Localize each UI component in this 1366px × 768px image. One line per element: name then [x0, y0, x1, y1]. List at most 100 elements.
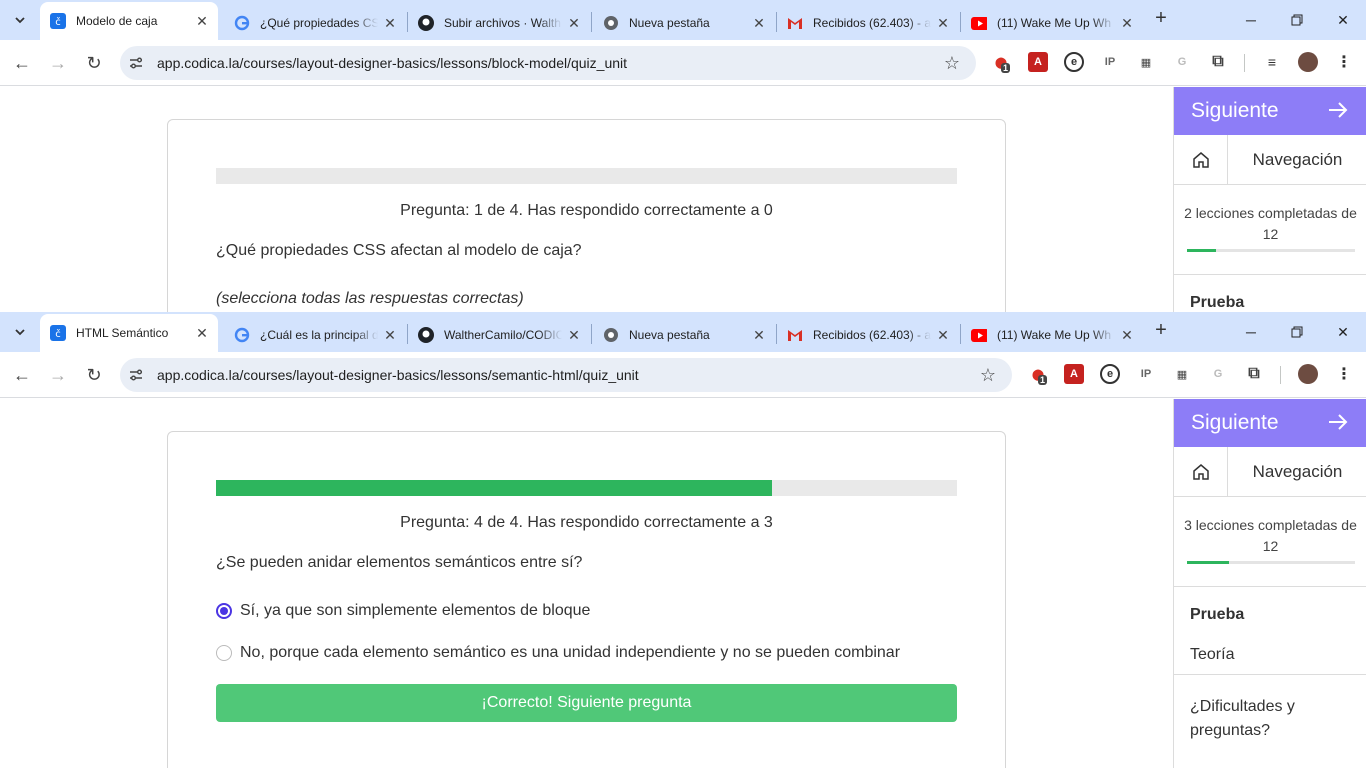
minimize-button[interactable]: ─ — [1228, 312, 1274, 352]
tab-youtube[interactable]: (11) Wake Me Up Wh ✕ — [961, 6, 1143, 40]
lessons-progress-bar — [1187, 249, 1355, 252]
restore-button[interactable] — [1274, 0, 1320, 40]
question-text: ¿Qué propiedades CSS afectan al modelo d… — [216, 242, 582, 259]
e-extension-icon[interactable]: e — [1064, 52, 1084, 72]
sidebar-nav-row: Navegación — [1174, 135, 1366, 185]
sidebar-item-prueba[interactable]: Prueba — [1190, 294, 1244, 312]
sidebar-divider — [1174, 274, 1366, 275]
home-button[interactable] — [1174, 447, 1228, 497]
ip-extension-icon[interactable]: IP — [1136, 364, 1156, 384]
tab-search-button[interactable] — [8, 8, 32, 32]
close-icon[interactable]: ✕ — [382, 327, 398, 343]
github-icon — [418, 15, 434, 31]
close-icon[interactable]: ✕ — [1119, 15, 1135, 31]
site-settings-icon[interactable] — [128, 367, 144, 383]
home-button[interactable] — [1174, 135, 1228, 185]
tab-new-tab[interactable]: Nueva pestaña ✕ — [593, 318, 775, 352]
close-icon[interactable]: ✕ — [751, 15, 767, 31]
reload-button[interactable]: ↻ — [82, 363, 106, 387]
adblock-extension-icon[interactable]: ⬤ 1 — [1028, 364, 1048, 385]
close-icon[interactable]: ✕ — [566, 327, 582, 343]
menu-kebab-icon[interactable]: ⋮ — [1334, 52, 1354, 72]
qr-extension-icon[interactable]: ▦ — [1172, 364, 1192, 384]
tab-title: Nueva pestaña — [629, 328, 710, 342]
radio-unselected[interactable] — [216, 645, 232, 661]
close-icon[interactable]: ✕ — [935, 15, 951, 31]
tab-modelo-de-caja[interactable]: č Modelo de caja ✕ — [40, 2, 218, 40]
answer-option-1[interactable]: Sí, ya que son simplemente elementos de … — [216, 602, 590, 620]
sidebar-item-help[interactable]: ¿Dificultades y preguntas? — [1190, 695, 1350, 743]
tab-youtube[interactable]: (11) Wake Me Up Wh ✕ — [961, 318, 1143, 352]
back-button[interactable]: ← — [10, 51, 34, 75]
back-button[interactable]: ← — [10, 363, 34, 387]
question-hint: (selecciona todas las respuestas correct… — [216, 290, 524, 307]
next-lesson-button[interactable]: Siguiente — [1174, 399, 1366, 447]
site-settings-icon[interactable] — [128, 55, 144, 71]
e-extension-icon[interactable]: e — [1100, 364, 1120, 384]
minimize-button[interactable]: ─ — [1228, 0, 1274, 40]
close-icon[interactable]: ✕ — [194, 13, 210, 29]
reload-button[interactable]: ↻ — [82, 51, 106, 75]
g-extension-icon[interactable]: G — [1208, 364, 1228, 384]
address-bar[interactable]: app.codica.la/courses/layout-designer-ba… — [120, 358, 1012, 392]
close-icon[interactable]: ✕ — [751, 327, 767, 343]
quiz-progress-bar — [216, 480, 957, 496]
tab-gmail[interactable]: Recibidos (62.403) - a ✕ — [777, 6, 959, 40]
address-bar[interactable]: app.codica.la/courses/layout-designer-ba… — [120, 46, 976, 80]
quiz-card: Pregunta: 1 de 4. Has respondido correct… — [167, 119, 1006, 312]
pdf-extension-icon[interactable]: A — [1064, 364, 1084, 384]
tab-new-tab[interactable]: Nueva pestaña ✕ — [593, 6, 775, 40]
radio-selected[interactable] — [216, 603, 232, 619]
tab-gmail[interactable]: Recibidos (62.403) - a ✕ — [777, 318, 959, 352]
next-label: Siguiente — [1191, 411, 1279, 434]
url-text: app.codica.la/courses/layout-designer-ba… — [157, 367, 639, 383]
sidebar-item-prueba[interactable]: Prueba — [1190, 606, 1244, 624]
close-icon[interactable]: ✕ — [935, 327, 951, 343]
restore-button[interactable] — [1274, 312, 1320, 352]
adblock-extension-icon[interactable]: ⬤ 1 — [991, 52, 1011, 73]
sidebar-item-teoria[interactable]: Teoría — [1190, 646, 1234, 664]
close-icon[interactable]: ✕ — [382, 15, 398, 31]
svg-text:č: č — [55, 16, 61, 28]
navigation-button[interactable]: Navegación — [1228, 447, 1366, 497]
new-tab-button[interactable]: + — [1150, 8, 1172, 30]
close-icon[interactable]: ✕ — [194, 325, 210, 341]
menu-kebab-icon[interactable]: ⋮ — [1334, 364, 1354, 384]
gmail-icon — [787, 327, 803, 343]
close-icon[interactable]: ✕ — [1119, 327, 1135, 343]
close-window-button[interactable]: ✕ — [1320, 0, 1366, 40]
g-extension-icon[interactable]: G — [1172, 52, 1192, 72]
tab-html-semantico[interactable]: č HTML Semántico ✕ — [40, 314, 218, 352]
tab-google-search[interactable]: ¿Qué propiedades CSS ✕ — [224, 6, 406, 40]
bookmark-star-icon[interactable]: ☆ — [941, 52, 963, 74]
pdf-extension-icon[interactable]: A — [1028, 52, 1048, 72]
qr-extension-icon[interactable]: ▦ — [1136, 52, 1156, 72]
tab-separator — [591, 324, 592, 344]
close-window-button[interactable]: ✕ — [1320, 312, 1366, 352]
forward-button[interactable]: → — [46, 363, 70, 387]
next-lesson-button[interactable]: Siguiente — [1174, 87, 1366, 135]
lessons-progress-fill — [1187, 249, 1216, 252]
avatar[interactable] — [1298, 364, 1318, 384]
media-control-icon[interactable]: ≡ — [1262, 52, 1282, 72]
tab-github[interactable]: Subir archivos · Walth ✕ — [408, 6, 590, 40]
new-tab-button[interactable]: + — [1150, 320, 1172, 342]
extensions-puzzle-icon[interactable]: ⧉ — [1244, 364, 1264, 384]
navigation-button[interactable]: Navegación — [1228, 135, 1366, 185]
svg-text:č: č — [55, 328, 61, 340]
tab-github[interactable]: WaltherCamilo/CODIC ✕ — [408, 318, 590, 352]
bookmark-star-icon[interactable]: ☆ — [977, 364, 999, 386]
tab-search-button[interactable] — [8, 320, 32, 344]
tab-google-search[interactable]: ¿Cuál es la principal d ✕ — [224, 318, 406, 352]
arrow-right-icon — [1329, 102, 1348, 118]
next-question-button[interactable]: ¡Correcto! Siguiente pregunta — [216, 684, 957, 722]
ip-extension-icon[interactable]: IP — [1100, 52, 1120, 72]
forward-button[interactable]: → — [46, 51, 70, 75]
tab-title: WaltherCamilo/CODIC — [444, 328, 562, 342]
extensions-puzzle-icon[interactable]: ⧉ — [1208, 52, 1228, 72]
answer-option-2[interactable]: No, porque cada elemento semántico es un… — [216, 644, 900, 662]
sidebar-divider — [1174, 674, 1366, 675]
tab-strip: č HTML Semántico ✕ ¿Cuál es la principal… — [0, 312, 1366, 352]
avatar[interactable] — [1298, 52, 1318, 72]
close-icon[interactable]: ✕ — [566, 15, 582, 31]
